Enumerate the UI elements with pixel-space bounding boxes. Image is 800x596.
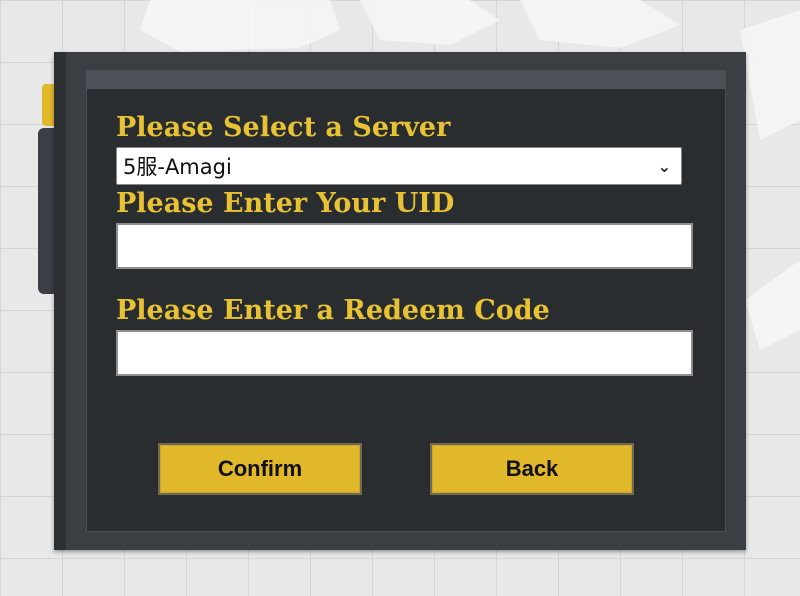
server-select-value: 5服-Amagi xyxy=(123,155,232,179)
back-button[interactable]: Back xyxy=(430,443,634,495)
server-select[interactable]: 5服-Amagi ⌄ xyxy=(116,147,682,185)
redeem-code-input[interactable] xyxy=(116,330,693,376)
chevron-down-icon: ⌄ xyxy=(657,156,671,176)
redeem-code-label: Please Enter a Redeem Code xyxy=(116,295,550,326)
uid-input[interactable] xyxy=(116,223,693,269)
server-label: Please Select a Server xyxy=(116,112,451,143)
uid-label: Please Enter Your UID xyxy=(116,188,455,219)
panel-header-bar xyxy=(87,71,725,89)
side-tab-accent xyxy=(42,84,54,126)
confirm-button[interactable]: Confirm xyxy=(158,443,362,495)
